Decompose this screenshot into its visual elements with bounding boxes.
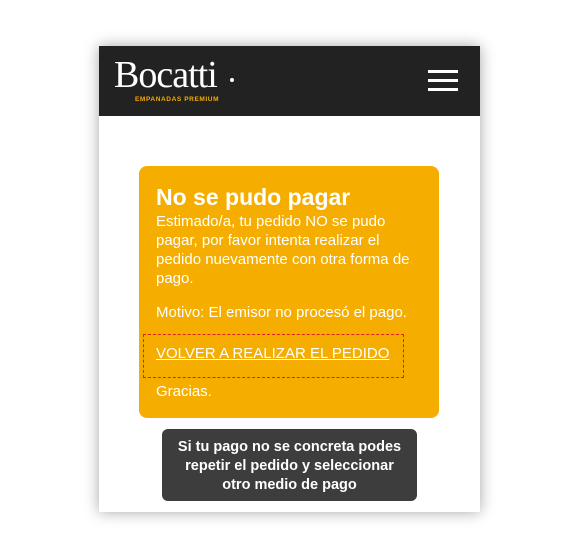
retry-order-link[interactable]: VOLVER A REALIZAR EL PEDIDO <box>156 344 389 363</box>
failure-reason: Motivo: El emisor no procesó el pago. <box>156 304 407 321</box>
site-header: Bocatti EMPANADAS PREMIUM <box>99 46 480 116</box>
alert-title: No se pudo pagar <box>156 184 351 210</box>
menu-line <box>428 79 458 82</box>
alert-message: Estimado/a, tu pedido NO se pudo pagar, … <box>156 213 410 287</box>
thanks-text: Gracias. <box>156 383 212 400</box>
bocatti-logo[interactable]: Bocatti EMPANADAS PREMIUM <box>114 54 234 103</box>
logo-tagline: EMPANADAS PREMIUM <box>135 96 220 103</box>
menu-line <box>428 70 458 73</box>
hamburger-menu-icon[interactable] <box>428 68 458 94</box>
mobile-viewport: Bocatti EMPANADAS PREMIUM No se pudo pag… <box>99 46 480 512</box>
payment-failed-alert: No se pudo pagar Estimado/a, tu pedido N… <box>139 166 439 418</box>
registered-mark-icon <box>230 78 234 82</box>
help-tooltip: Si tu pago no se concreta podes repetir … <box>162 429 417 501</box>
logo-wordmark: Bocatti <box>114 54 218 96</box>
menu-line <box>428 88 458 91</box>
